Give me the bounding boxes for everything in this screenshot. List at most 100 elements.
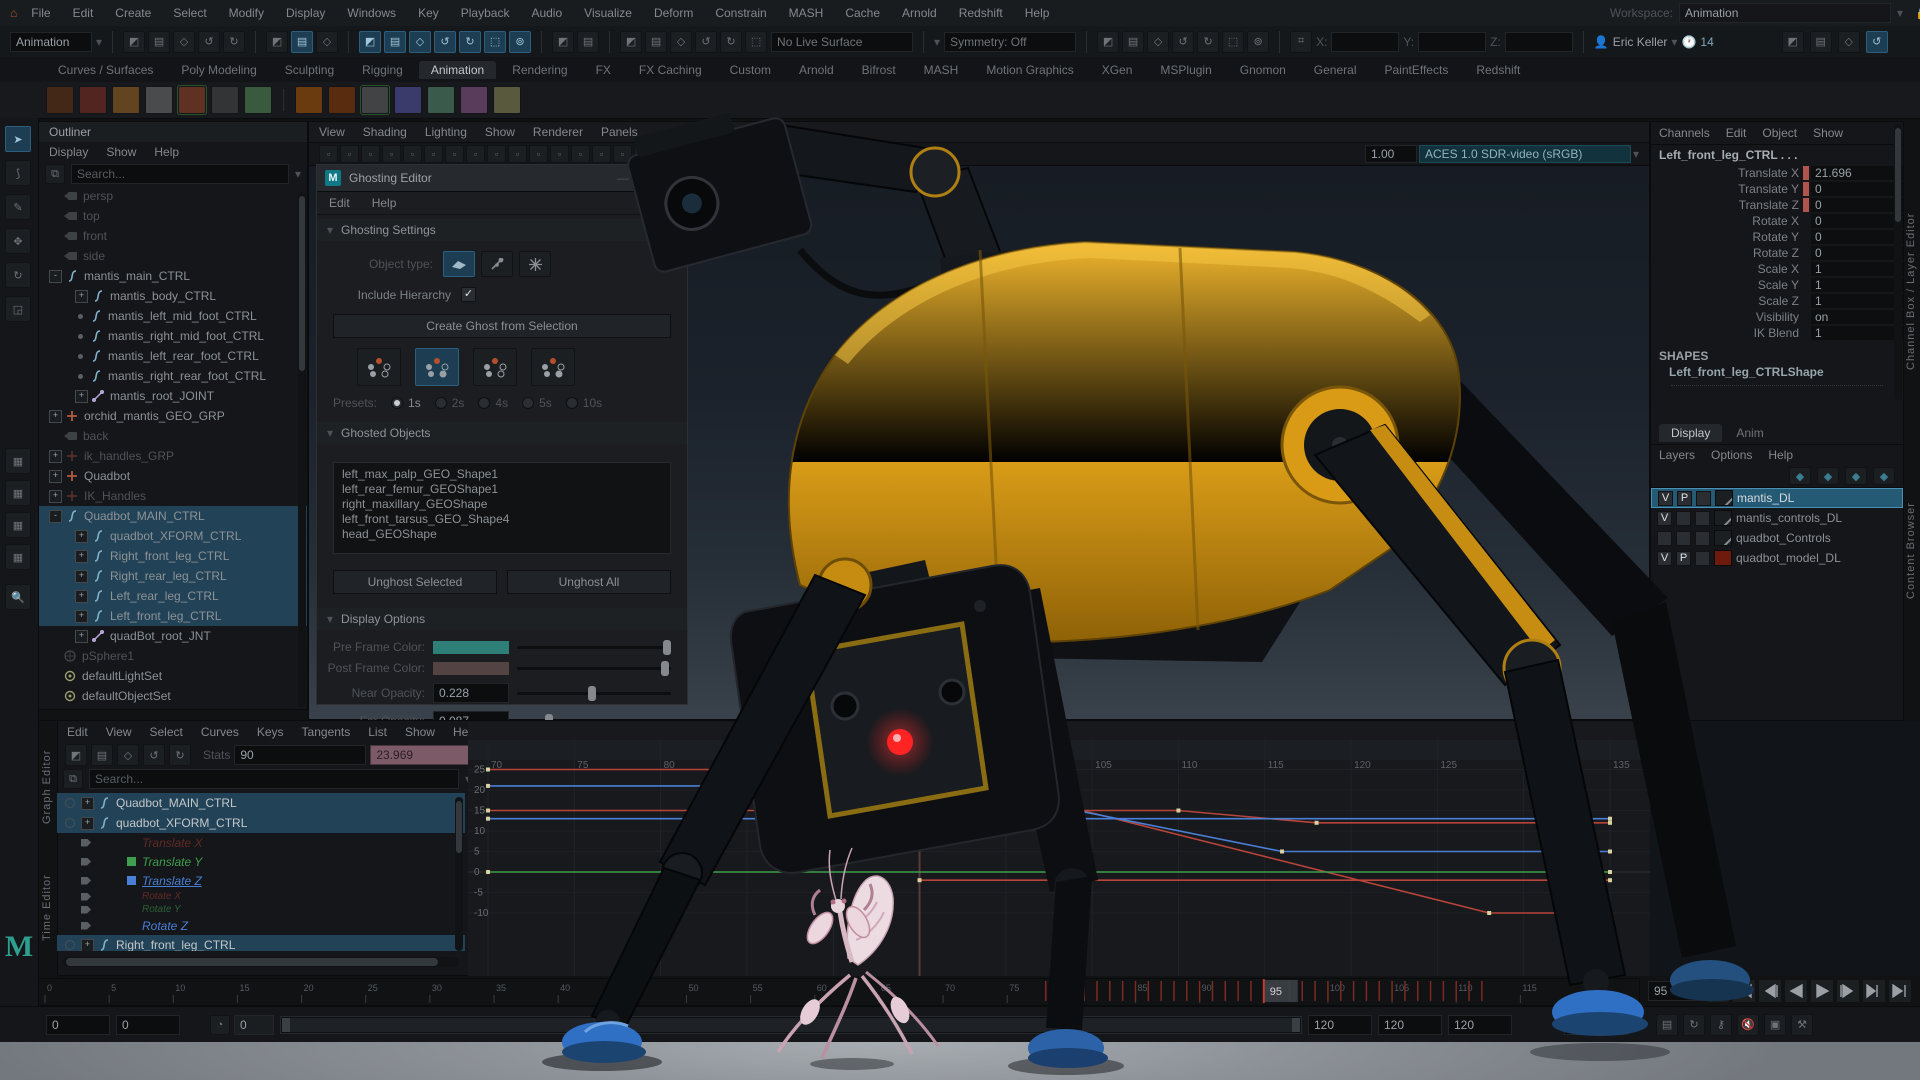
- menu-cache[interactable]: Cache: [845, 6, 880, 20]
- create-motion-trail-icon[interactable]: [244, 86, 272, 114]
- layer-texture-toggle[interactable]: [1695, 551, 1710, 566]
- pause-viewport-icon[interactable]: ⊚: [1247, 31, 1269, 53]
- ghost-mesh-type-icon[interactable]: [443, 251, 475, 277]
- shelf-tab-xgen[interactable]: XGen: [1090, 61, 1145, 79]
- outliner-menu-show[interactable]: Show: [106, 145, 136, 159]
- scene-end-field[interactable]: 120: [1448, 1015, 1512, 1035]
- preset-radio-2s[interactable]: 2s: [435, 396, 465, 410]
- safe-title-icon[interactable]: ▫: [592, 145, 611, 163]
- preset-radio-4s[interactable]: 4s: [478, 396, 508, 410]
- shelf-tab-fx[interactable]: FX: [584, 61, 623, 79]
- panel-menu-lighting[interactable]: Lighting: [425, 125, 467, 139]
- preset-radio-1s[interactable]: 1s: [391, 396, 421, 410]
- layer-color-swatch[interactable]: [1714, 530, 1732, 546]
- menuset-chevron-icon[interactable]: ▾: [96, 35, 102, 49]
- graph-menu-keys[interactable]: Keys: [257, 725, 284, 739]
- channel-box-menu-channels[interactable]: Channels: [1659, 126, 1710, 140]
- shape-node-name[interactable]: Left_front_leg_CTRLShape: [1651, 365, 1903, 379]
- construction-history-3-icon[interactable]: ◇: [670, 31, 692, 53]
- pre-frame-slider[interactable]: [517, 646, 671, 649]
- snap-projected-center-icon[interactable]: ↺: [434, 31, 456, 53]
- lock-camera-icon[interactable]: ▫: [340, 145, 359, 163]
- expand-toggle[interactable]: +: [75, 530, 88, 543]
- graph-tree-quadbot_xform_ctrl[interactable]: +quadbot_XFORM_CTRL: [57, 813, 465, 833]
- channel-value-field[interactable]: 1: [1811, 278, 1903, 292]
- graph-hscrollbar[interactable]: [63, 957, 459, 967]
- y-input[interactable]: [1418, 32, 1486, 52]
- channel-value-field[interactable]: 0: [1811, 214, 1903, 228]
- go-to-end-button[interactable]: [1888, 979, 1912, 1003]
- construction-history-2-icon[interactable]: ▤: [645, 31, 667, 53]
- graph-curve-area[interactable]: 7075808590951001051101151201251301352520…: [468, 722, 1650, 976]
- zoom-tool[interactable]: 🔍: [5, 584, 31, 610]
- outliner-item-quadbot_xform_ctrl[interactable]: +quadbot_XFORM_CTRL: [39, 526, 307, 546]
- ghost-preset-pattern-3[interactable]: [473, 348, 517, 386]
- workspace-select[interactable]: Animation: [1679, 3, 1891, 23]
- rotate-tool[interactable]: ↻: [5, 262, 31, 288]
- lock-workspace-icon[interactable]: 🔒: [1915, 6, 1920, 20]
- redo-icon[interactable]: ↻: [223, 31, 245, 53]
- graph-menu-view[interactable]: View: [106, 725, 132, 739]
- expand-toggle[interactable]: +: [49, 450, 62, 463]
- channel-value-field[interactable]: 0: [1811, 246, 1903, 260]
- menu-display[interactable]: Display: [286, 6, 325, 20]
- ghost-locator-type-icon[interactable]: [519, 251, 551, 277]
- film-gate-icon[interactable]: ▫: [487, 145, 506, 163]
- graph-search-input[interactable]: Search...: [89, 769, 459, 789]
- expand-toggle[interactable]: +: [75, 630, 88, 643]
- loop-icon[interactable]: ↻: [1683, 1014, 1705, 1036]
- channel-value-field[interactable]: 0: [1811, 230, 1903, 244]
- maya-home-icon[interactable]: ⌂: [10, 6, 17, 20]
- ghost-preset-pattern-4[interactable]: [531, 348, 575, 386]
- select-component-icon[interactable]: ◇: [316, 31, 338, 53]
- use-all-lights-icon[interactable]: ▫: [676, 145, 695, 163]
- graph-tree-quadbot_main_ctrl[interactable]: +Quadbot_MAIN_CTRL: [57, 793, 465, 813]
- layer-playback-toggle[interactable]: [1676, 511, 1691, 526]
- two-pane-side-layout[interactable]: ▦: [5, 480, 31, 506]
- near-opacity-slider[interactable]: [517, 692, 671, 695]
- layer-color-swatch[interactable]: [1715, 490, 1733, 506]
- aim-constraint-icon[interactable]: [493, 86, 521, 114]
- next-key-button[interactable]: [1862, 979, 1886, 1003]
- ghosted-objects-header[interactable]: ▾ Ghosted Objects: [317, 422, 687, 444]
- play-backwards-button[interactable]: [1784, 979, 1808, 1003]
- panel-menu-renderer[interactable]: Renderer: [533, 125, 583, 139]
- snap-curve-icon[interactable]: ▤: [384, 31, 406, 53]
- layer-menu-layers[interactable]: Layers: [1659, 448, 1695, 462]
- layer-menu-help[interactable]: Help: [1768, 448, 1793, 462]
- workspace-chevron-icon[interactable]: ▾: [1897, 6, 1903, 20]
- menu-help[interactable]: Help: [1025, 6, 1050, 20]
- exposure-field[interactable]: 1.00: [1365, 145, 1417, 163]
- shelf-tab-general[interactable]: General: [1302, 61, 1369, 79]
- layer-playback-toggle[interactable]: P: [1677, 491, 1692, 506]
- expand-toggle[interactable]: +: [81, 797, 94, 810]
- tab-channel-box-layer-editor[interactable]: Channel Box / Layer Editor: [1905, 141, 1917, 441]
- ghosted-object-item[interactable]: left_rear_femur_GEOShape1: [342, 482, 662, 497]
- layer-texture-toggle[interactable]: [1695, 511, 1710, 526]
- outliner-item-right_front_leg_ctrl[interactable]: +Right_front_leg_CTRL: [39, 546, 307, 566]
- set-driven-key-icon[interactable]: [145, 86, 173, 114]
- lattice-deform-keys-icon[interactable]: ◇: [117, 744, 139, 766]
- shelf-tab-custom[interactable]: Custom: [718, 61, 783, 79]
- channel-ik-blend[interactable]: IK Blend1: [1651, 325, 1903, 341]
- ghosted-object-item[interactable]: left_front_tarsus_GEO_Shape4: [342, 512, 662, 527]
- layer-playback-toggle[interactable]: P: [1676, 551, 1691, 566]
- graph-tree-translate-y[interactable]: Translate Y: [57, 852, 465, 871]
- channel-translate-z[interactable]: Translate Z0: [1651, 197, 1903, 213]
- graph-tree-translate-z[interactable]: Translate Z: [57, 871, 465, 890]
- outliner-search-chevron-icon[interactable]: ▾: [295, 167, 301, 181]
- channel-box-scrollbar[interactable]: [1894, 124, 1902, 400]
- outliner-item-mantis_left_rear_foot_ctrl[interactable]: mantis_left_rear_foot_CTRL: [39, 346, 307, 366]
- outliner-item-top[interactable]: top: [39, 206, 307, 226]
- light-editor-icon[interactable]: ⬚: [1222, 31, 1244, 53]
- tab-time-editor[interactable]: Time Editor: [41, 853, 53, 963]
- toggle-attribute-editor-icon[interactable]: ◇: [1838, 31, 1860, 53]
- orient-constraint-icon[interactable]: [460, 86, 488, 114]
- graph-filter-icon[interactable]: ⧉: [63, 769, 83, 789]
- expand-toggle[interactable]: +: [49, 470, 62, 483]
- layer-visibility-toggle[interactable]: V: [1657, 511, 1672, 526]
- layer-row-quadbot_model_dl[interactable]: VPquadbot_model_DL: [1651, 548, 1903, 568]
- channel-scale-y[interactable]: Scale Y1: [1651, 277, 1903, 293]
- graph-menu-select[interactable]: Select: [149, 725, 182, 739]
- menu-create[interactable]: Create: [115, 6, 151, 20]
